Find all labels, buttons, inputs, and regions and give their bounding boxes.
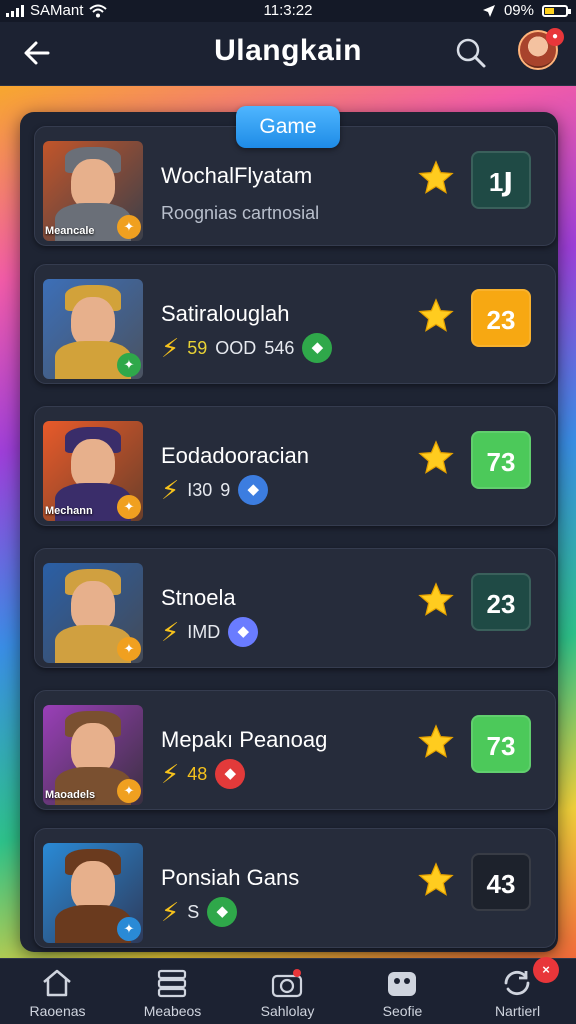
nav-item-capture[interactable]: Sahlolay (230, 959, 345, 1024)
game-score: 73 (471, 431, 531, 489)
game-score: 73 (471, 715, 531, 773)
location-icon (482, 4, 495, 17)
meta-value: I30 (187, 479, 213, 500)
stat-chip-icon: ◆ (215, 759, 246, 789)
status-bar: SAMant 11:3:22 09% (0, 0, 576, 22)
bottom-navigation: Raoenas Meabeos Sahlolay Seofie × Nartie… (0, 957, 576, 1024)
meta-value: OOD (215, 337, 257, 358)
stat-chip-icon: ◆ (302, 333, 333, 363)
search-button[interactable] (454, 36, 488, 70)
nav-label: Seofie (382, 1003, 423, 1019)
page-title: Ulangkain (214, 34, 362, 67)
game-meta-row: ⚡ 48 ◆ (161, 757, 246, 791)
nav-item-refresh[interactable]: × Nartierl (460, 957, 575, 1024)
meta-value: 48 (187, 763, 208, 784)
badge-icon: ✦ (117, 495, 141, 519)
nav-label: Raoenas (29, 1003, 86, 1019)
game-title[interactable]: Stnoela (161, 585, 236, 611)
bolt-icon: ⚡ (161, 759, 180, 789)
stack-icon (157, 969, 187, 998)
favorite-star-icon[interactable] (417, 861, 455, 899)
game-thumbnail[interactable]: Meancale ✦ (43, 141, 143, 241)
favorite-star-icon[interactable] (417, 297, 455, 335)
stat-chip-icon: ◆ (207, 897, 238, 927)
home-icon (43, 969, 71, 997)
bolt-icon: ⚡ (161, 333, 180, 363)
badge-icon: ✦ (117, 917, 141, 941)
hero-face (71, 723, 115, 773)
nav-label: Meabeos (143, 1003, 202, 1019)
favorite-star-icon[interactable] (417, 159, 455, 197)
game-title[interactable]: Ponsiah Gans (161, 865, 299, 891)
app-header: Ulangkain ● (0, 22, 576, 86)
battery-percent: 09% (503, 2, 534, 19)
hero-face (71, 297, 115, 347)
refresh-icon (504, 970, 530, 996)
camera-icon (271, 969, 303, 998)
game-score: 23 (471, 573, 531, 631)
game-thumbnail[interactable]: Maoadels ✦ (43, 705, 143, 805)
favorite-star-icon[interactable] (417, 439, 455, 477)
bolt-icon: ⚡ (161, 475, 180, 505)
thumbnail-caption: Meancale (45, 225, 95, 237)
game-thumbnail[interactable]: ✦ (43, 279, 143, 379)
notification-badge: ● (546, 28, 564, 46)
battery-icon (542, 4, 571, 17)
game-title[interactable]: Mepakı Peanoag (161, 727, 327, 753)
hero-face (71, 861, 115, 911)
game-title[interactable]: Satiralouglah (161, 301, 289, 327)
meta-value: S (187, 901, 200, 922)
nav-item-library[interactable]: Meabeos (115, 959, 230, 1024)
meta-value: 546 (264, 337, 295, 358)
meta-value: 59 (187, 337, 208, 358)
stat-chip-icon: ◆ (228, 617, 259, 647)
hero-face (71, 159, 115, 209)
game-thumbnail[interactable]: Mechann ✦ (43, 421, 143, 521)
search-icon (456, 38, 486, 68)
hero-face (71, 439, 115, 489)
meta-value: 9 (220, 479, 231, 500)
thumbnail-caption: Maoadels (45, 789, 96, 801)
nav-item-home[interactable]: Raoenas (0, 959, 115, 1024)
game-meta-row: ⚡ IMD ◆ (161, 615, 259, 649)
meta-value: IMD (187, 621, 221, 642)
game-meta-row: ⚡ I30 9 ◆ (161, 473, 269, 507)
nav-label: Sahlolay (260, 1003, 315, 1019)
game-card[interactable]: Maoadels ✦ Mepakı Peanoag ⚡ 48 ◆ 73 (34, 690, 556, 810)
category-tab-game[interactable]: Game (236, 106, 340, 148)
game-controller-icon (388, 972, 416, 996)
game-thumbnail[interactable]: ✦ (43, 563, 143, 663)
game-meta-row: ⚡ 59 OOD 546 ◆ (161, 331, 333, 365)
favorite-star-icon[interactable] (417, 723, 455, 761)
nav-item-games[interactable]: Seofie (345, 959, 460, 1024)
stat-chip-icon: ◆ (238, 475, 269, 505)
game-score: 1Ϳ (471, 151, 531, 209)
profile-button[interactable]: ● (518, 28, 564, 74)
game-score: 23 (471, 289, 531, 347)
game-score: 43 (471, 853, 531, 911)
game-card[interactable]: ✦ Ponsiah Gans ⚡ S ◆ 43 (34, 828, 556, 948)
badge-icon: ✦ (117, 353, 141, 377)
badge-icon: ✦ (117, 779, 141, 803)
thumbnail-caption: Mechann (45, 505, 93, 517)
badge-icon: ✦ (117, 215, 141, 239)
badge-icon: ✦ (117, 637, 141, 661)
game-card[interactable]: ✦ Stnoela ⚡ IMD ◆ 23 (34, 548, 556, 668)
hero-face (71, 581, 115, 631)
favorite-star-icon[interactable] (417, 581, 455, 619)
game-title[interactable]: Eodadooracian (161, 443, 309, 469)
nav-label: Nartierl (494, 1003, 541, 1019)
game-card[interactable]: ✦ Satiralouglah ⚡ 59 OOD 546 ◆ 23 (34, 264, 556, 384)
bolt-icon: ⚡ (161, 897, 180, 927)
nav-badge: × (533, 957, 559, 983)
game-meta-row: ⚡ S ◆ (161, 895, 238, 929)
game-thumbnail[interactable]: ✦ (43, 843, 143, 943)
game-title[interactable]: WochalFlyatam (161, 163, 312, 189)
game-subtitle: Roognias cartnosial (161, 203, 320, 223)
bolt-icon: ⚡ (161, 617, 180, 647)
game-card[interactable]: Mechann ✦ Eodadooracian ⚡ I30 9 ◆ 73 (34, 406, 556, 526)
